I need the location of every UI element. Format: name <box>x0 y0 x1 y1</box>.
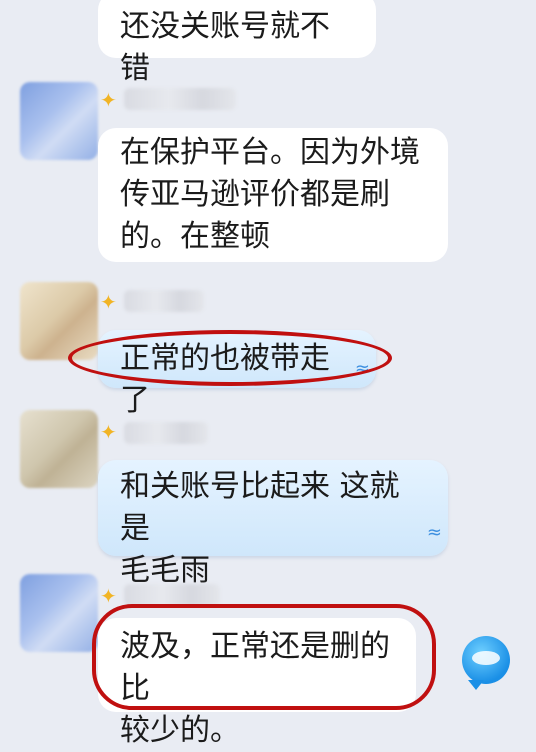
message-line: 波及，正常还是删的比 <box>120 629 390 706</box>
avatar-blurred <box>20 410 98 488</box>
message-bubble-2: 在保护平台。因为外境 传亚马逊评价都是刷 的。在整顿 <box>98 128 448 262</box>
avatar-blurred <box>20 82 98 160</box>
wave-decoration-icon: ≈ <box>354 358 370 379</box>
message-line: 和关账号比起来 这就是 <box>120 469 400 546</box>
message-line: 传亚马逊评价都是刷 <box>120 177 390 212</box>
sparkle-icon: ✦ <box>100 584 117 608</box>
nickname-blurred <box>124 290 204 312</box>
nickname-blurred <box>124 422 208 444</box>
chat-bubble-avatar-icon[interactable] <box>462 636 510 690</box>
avatar-blurred <box>20 574 98 652</box>
sparkle-icon: ✦ <box>100 290 117 314</box>
message-line: 的。在整顿 <box>120 219 270 254</box>
nickname-blurred <box>124 88 236 110</box>
nickname-blurred <box>124 584 220 606</box>
sparkle-icon: ✦ <box>100 88 117 112</box>
wave-decoration-icon: ≈ <box>426 522 442 543</box>
message-text: 正常的也被带走了 <box>120 341 330 418</box>
message-line: 较少的。 <box>120 713 240 748</box>
message-bubble-1: 还没关账号就不错 <box>98 0 376 86</box>
message-line: 在保护平台。因为外境 <box>120 135 420 170</box>
message-bubble-5: 波及，正常还是删的比 较少的。 <box>98 618 416 748</box>
avatar-blurred <box>20 282 98 360</box>
message-bubble-3: 正常的也被带走了 ≈ <box>98 330 376 418</box>
message-bubble-4: 和关账号比起来 这就是 毛毛雨 ≈ <box>98 460 448 588</box>
sparkle-icon: ✦ <box>100 420 117 444</box>
message-text: 还没关账号就不错 <box>120 9 330 86</box>
